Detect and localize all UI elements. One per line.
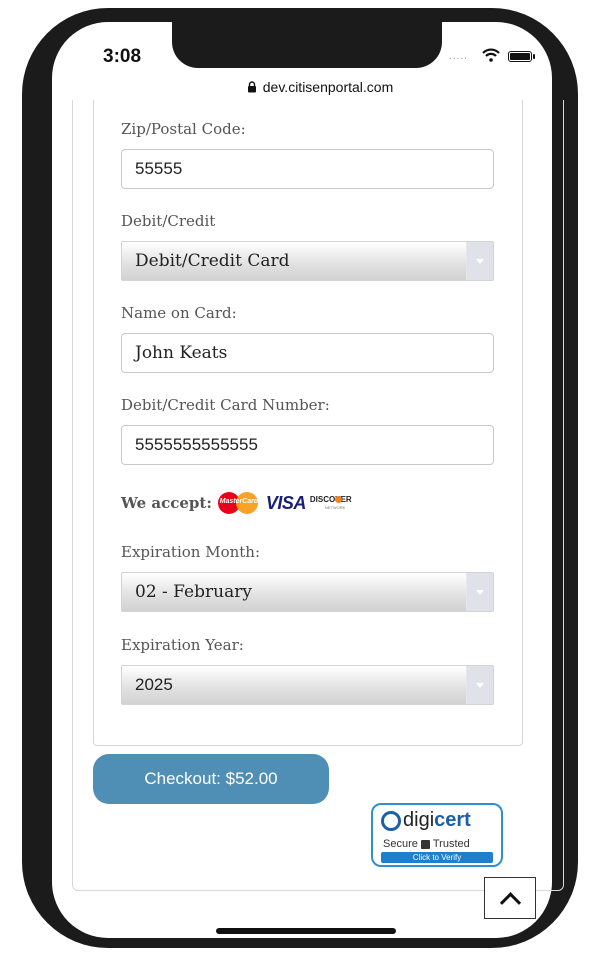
zip-label: Zip/Postal Code: [121,120,246,138]
notch [172,22,442,68]
battery-icon [508,51,532,62]
lock-icon [247,81,256,93]
expiration-year-select[interactable]: 2025 [121,665,494,705]
card-number-label: Debit/Credit Card Number: [121,396,330,414]
chevron-down-icon [466,666,493,704]
lock-icon [420,839,430,849]
url-text: dev.citisenportal.com [262,79,394,95]
expiration-month-select[interactable]: 02 - February [121,572,494,612]
scroll-to-top-button[interactable] [484,877,536,919]
accepted-cards: We accept: MasterCard VISA DISCOVER NETW… [121,492,356,514]
digicert-subtitle: Secure Trusted [383,838,470,850]
digicert-badge[interactable]: digicert Secure Trusted Click to Verify [371,803,503,867]
name-on-card-label: Name on Card: [121,304,237,322]
mastercard-logo: MasterCard [216,492,262,514]
url-bar[interactable]: dev.citisenportal.com [200,76,440,98]
name-on-card-input[interactable]: John Keats [121,333,494,373]
chevron-down-icon [466,242,493,280]
digicert-verify: Click to Verify [381,852,493,863]
wifi-icon [482,48,500,62]
home-indicator [216,928,396,934]
chevron-down-icon [466,573,493,611]
battery-cap [533,54,535,59]
debit-credit-label: Debit/Credit [121,212,216,230]
zip-input[interactable]: 55555 [121,149,494,189]
we-accept-label: We accept: [121,494,212,512]
chevron-up-icon [499,891,521,913]
visa-logo: VISA [265,492,307,513]
expiration-year-label: Expiration Year: [121,636,244,654]
expiration-month-value: 02 - February [135,582,252,602]
discover-logo: DISCOVER NETWORK [309,495,352,510]
digicert-mark-icon [381,810,401,831]
expiration-month-label: Expiration Month: [121,543,260,561]
digicert-logo: digicert [381,809,471,832]
expiration-year-value: 2025 [135,675,173,694]
debit-credit-select[interactable]: Debit/Credit Card [121,241,494,281]
status-time: 3:08 [103,46,142,67]
card-number-input[interactable]: 5555555555555 [121,425,494,465]
debit-credit-value: Debit/Credit Card [135,251,290,271]
signal-dots: ..... [449,51,468,62]
checkout-button[interactable]: Checkout: $52.00 [93,754,329,804]
